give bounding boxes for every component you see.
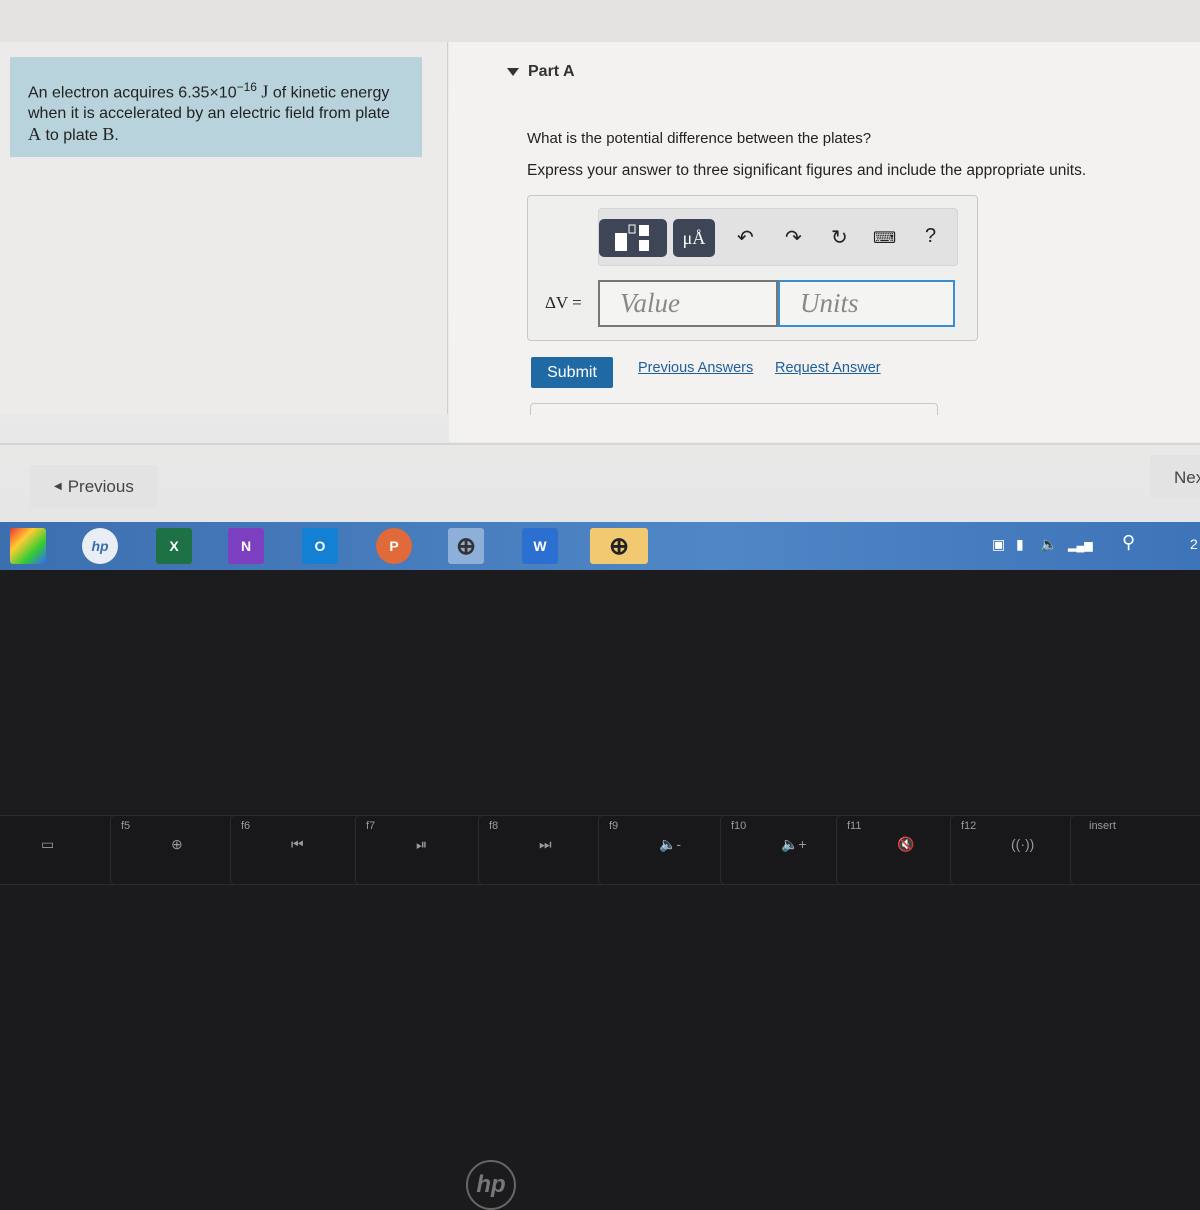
help-button[interactable]: ? (925, 225, 936, 248)
word-icon[interactable]: W (522, 528, 558, 564)
problem-statement: An electron acquires 6.35×10−16 J of kin… (10, 57, 422, 157)
templates-button[interactable] (599, 219, 667, 257)
problem-text: to plate (41, 127, 102, 144)
feedback-box (530, 403, 938, 415)
mute-icon: 🔇 (897, 836, 914, 853)
globe-icon[interactable]: ⊕ (448, 528, 484, 564)
app-launcher-icon[interactable] (10, 528, 46, 564)
divider (0, 443, 1200, 445)
request-answer-link[interactable]: Request Answer (775, 360, 881, 376)
question: What is the potential difference between… (527, 130, 871, 147)
previous-answers-link[interactable]: Previous Answers (638, 360, 753, 376)
problem-text: An electron acquires 6.35×10 (28, 84, 237, 101)
outlook-icon[interactable]: O (302, 528, 338, 564)
hp-logo: hp (466, 1160, 516, 1210)
browser-icon[interactable]: ⊕ (590, 528, 648, 564)
exponent: −16 (237, 80, 257, 94)
search-icon[interactable]: ⚲ (1122, 532, 1135, 553)
redo-icon[interactable]: ↷ (785, 225, 802, 250)
laptop-bezel: hp (0, 570, 1200, 810)
key-insert[interactable]: insert (1070, 815, 1200, 885)
key-label: f12 (961, 820, 976, 832)
key-label: f10 (731, 820, 746, 832)
key-label: f7 (366, 820, 375, 832)
previous-label: Previous (68, 477, 134, 497)
instruction-text: Express your answer to three significant… (527, 162, 1086, 179)
powerpoint-icon[interactable]: P (376, 528, 412, 564)
plate-a: A (28, 124, 41, 144)
volume-up-icon: 🔈+ (781, 836, 807, 853)
templates-icon (613, 223, 653, 253)
battery-icon[interactable]: ▮ (1016, 536, 1024, 553)
globe-key-icon: ⊕ (171, 836, 183, 853)
next-button[interactable]: Nex (1150, 455, 1200, 499)
display-icon: ▭ (41, 836, 54, 853)
excel-icon[interactable]: X (156, 528, 192, 564)
taskbar: hp X N O P ⊕ W ⊕ ▣ ▮ 🔈 ▂▄▆ ⚲ 2 (0, 522, 1200, 570)
undo-icon[interactable]: ↶ (737, 225, 754, 250)
volume-icon[interactable]: 🔈 (1040, 536, 1057, 553)
part-title[interactable]: Part A (528, 63, 575, 81)
key-label: f8 (489, 820, 498, 832)
problem-text: . (114, 127, 118, 144)
delta-v-label: ΔV = (545, 293, 582, 313)
clock[interactable]: 2 (1190, 536, 1198, 552)
key-label: insert (1089, 820, 1116, 832)
next-track-icon: ⏭ (539, 836, 552, 853)
submit-button[interactable]: Submit (531, 357, 613, 388)
value-input[interactable]: Value (598, 280, 778, 327)
wireless-icon: ((·)) (1011, 836, 1034, 852)
units-button[interactable]: μÅ (673, 219, 715, 257)
key-label: f5 (121, 820, 130, 832)
onenote-icon[interactable]: N (228, 528, 264, 564)
screen: An electron acquires 6.35×10−16 J of kin… (0, 0, 1200, 522)
top-strip (0, 0, 1200, 42)
volume-down-icon: 🔈- (659, 836, 681, 853)
collapse-triangle-icon[interactable] (507, 68, 519, 76)
key-label: f11 (847, 820, 861, 832)
key-label: f6 (241, 820, 250, 832)
tray-app-icon[interactable]: ▣ (992, 536, 1005, 553)
previous-button[interactable]: ◀ Previous (30, 465, 157, 508)
chevron-left-icon: ◀ (54, 481, 62, 492)
hp-icon[interactable]: hp (82, 528, 118, 564)
math-toolbar: μÅ ↶ ↷ ↻ ⌨ ? (598, 208, 958, 266)
previous-track-icon: ⏮ (291, 836, 304, 853)
play-pause-icon: ⏯ (416, 836, 427, 853)
plate-b: B (102, 124, 114, 144)
key-label: f9 (609, 820, 618, 832)
signal-icon[interactable]: ▂▄▆ (1068, 539, 1093, 552)
units-input[interactable]: Units (778, 280, 955, 327)
instruction: Express your answer to three significant… (527, 162, 1086, 180)
keyboard-icon[interactable]: ⌨ (873, 228, 896, 248)
reset-icon[interactable]: ↻ (831, 225, 848, 250)
key-f4[interactable]: f4▭ (0, 815, 128, 885)
